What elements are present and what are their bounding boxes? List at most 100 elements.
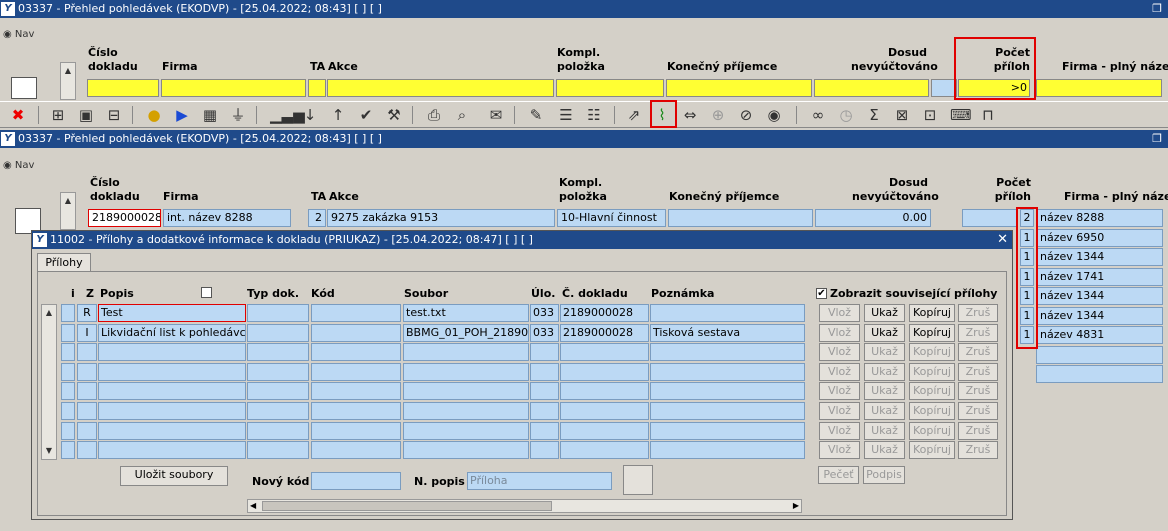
cell-kod[interactable] [311,304,401,322]
cell-popis[interactable] [98,421,246,440]
cell-typ[interactable] [247,323,309,342]
kopiruj-button[interactable]: Kopíruj [909,323,955,342]
cell-soubor[interactable] [403,362,529,381]
cell-typ[interactable] [247,343,309,362]
cell-z[interactable] [77,441,97,460]
kopiruj-button[interactable]: Kopíruj [909,402,955,420]
keyboard-icon[interactable]: ⌨ [950,105,972,125]
filter-konecny[interactable] [666,79,812,97]
right-row-name[interactable]: název 1344 [1036,287,1163,305]
scroll-up-icon[interactable]: ▲ [43,307,55,319]
right-row-name[interactable]: název 4831 [1036,326,1163,344]
main-row-blank[interactable] [962,209,1018,227]
ukaz-button[interactable]: Ukaž [864,343,905,362]
horizontal-scrollbar[interactable]: ◀ ▶ [247,499,802,513]
kopiruj-button[interactable]: Kopíruj [909,421,955,440]
cell-kod[interactable] [311,323,401,342]
cell-kod[interactable] [311,343,401,362]
cell-ulo[interactable] [530,402,559,420]
edit-icon[interactable]: ✎ [526,105,546,125]
cell-cdokladu[interactable] [560,441,649,460]
kopiruj-button[interactable]: Kopíruj [909,382,955,401]
top-scrollbar[interactable]: ▲ [60,62,76,100]
print-icon[interactable]: ⎙ [424,105,444,125]
close-red-icon[interactable]: ✖ [8,105,28,125]
play-icon[interactable]: ▶ [172,105,192,125]
check-icon[interactable]: ✔ [356,105,376,125]
cell-z[interactable] [77,362,97,381]
zrus-button[interactable]: Zruš [958,421,998,440]
cell-poznamka[interactable] [650,441,805,460]
cell-popis[interactable] [98,362,246,381]
sum-icon[interactable]: Σ [864,105,884,125]
cell-i[interactable] [61,402,75,420]
cell-poznamka[interactable] [650,362,805,381]
kopiruj-button[interactable]: Kopíruj [909,362,955,381]
nav-button-second[interactable]: ◉ Nav [3,160,34,171]
vloz-button[interactable]: Vlož [819,382,860,401]
ukaz-button[interactable]: Ukaž [864,421,905,440]
cell-z[interactable] [77,421,97,440]
filter-cislo[interactable] [87,79,159,97]
save-files-button[interactable]: Uložit soubory [120,466,228,486]
restore-icon[interactable]: ❐ [1152,130,1162,148]
cell-popis[interactable] [98,382,246,401]
zrus-button[interactable]: Zruš [958,323,998,342]
zrus-button[interactable]: Zruš [958,343,998,362]
cell-typ[interactable] [247,382,309,401]
scroll-up-icon[interactable]: ▲ [62,195,74,207]
cell-i[interactable] [61,323,75,342]
zrus-button[interactable]: Zruš [958,441,998,460]
print-preview-icon[interactable]: ⌕ [452,105,472,125]
cell-poznamka[interactable]: Tisková sestava [650,323,805,342]
cell-ulo[interactable] [530,382,559,401]
cell-popis[interactable] [98,441,246,460]
cell-cdokladu[interactable] [560,362,649,381]
close-icon[interactable]: ✕ [997,231,1008,249]
filter-ta[interactable] [308,79,326,97]
cell-soubor[interactable] [403,441,529,460]
dialog-scrollbar[interactable]: ▲ ▼ [41,304,57,460]
right-row-name[interactable]: název 8288 [1036,209,1163,227]
cell-kod[interactable] [311,421,401,440]
mail-icon[interactable]: ✉ [486,105,506,125]
kopiruj-button[interactable]: Kopíruj [909,441,955,460]
scroll-up-icon[interactable]: ▲ [62,65,74,77]
filter-firma[interactable] [161,79,306,97]
main-row-akce[interactable]: 9275 zakázka 9153 [327,209,555,227]
chart-icon[interactable]: ▁▃▅ [270,105,305,125]
cell-ulo[interactable] [530,343,559,362]
ukaz-button[interactable]: Ukaž [864,402,905,420]
vloz-button[interactable]: Vlož [819,362,860,381]
sort-asc-icon[interactable]: ↓ [300,105,320,125]
cell-soubor[interactable] [403,382,529,401]
eye-icon[interactable]: ◉ [764,105,784,125]
main-row-konecny[interactable] [668,209,813,227]
vloz-button[interactable]: Vlož [819,421,860,440]
cell-ulo[interactable] [530,362,559,381]
cell-poznamka[interactable] [650,304,805,322]
add-icon[interactable]: ⊞ [48,105,68,125]
pecet-button[interactable]: Pečeť [818,466,859,484]
excel-icon[interactable]: ⊠ [892,105,912,125]
remove-icon[interactable]: ⊟ [104,105,124,125]
right-row-name[interactable]: název 1344 [1036,306,1163,325]
cell-ulo[interactable]: 033 [530,323,559,342]
cell-i[interactable] [61,421,75,440]
cell-typ[interactable] [247,441,309,460]
main-row-cislo[interactable]: 2189000028 [88,209,161,227]
cell-z[interactable]: I [77,323,97,342]
novy-kod-input[interactable] [311,472,401,490]
main-row-dosud[interactable]: 0.00 [815,209,931,227]
clock-icon[interactable]: ◷ [836,105,856,125]
cell-cdokladu[interactable] [560,343,649,362]
filter-firma-plny[interactable] [1036,79,1162,97]
cell-ulo[interactable] [530,421,559,440]
scroll-right-icon[interactable]: ▶ [793,500,799,512]
main-row-kompl[interactable]: 10-Hlavní činnost [557,209,666,227]
nav-button-top[interactable]: ◉ Nav [3,29,34,40]
cell-poznamka[interactable] [650,421,805,440]
filter-akce[interactable] [327,79,554,97]
sign-image-icon[interactable] [623,465,653,495]
cell-i[interactable] [61,382,75,401]
